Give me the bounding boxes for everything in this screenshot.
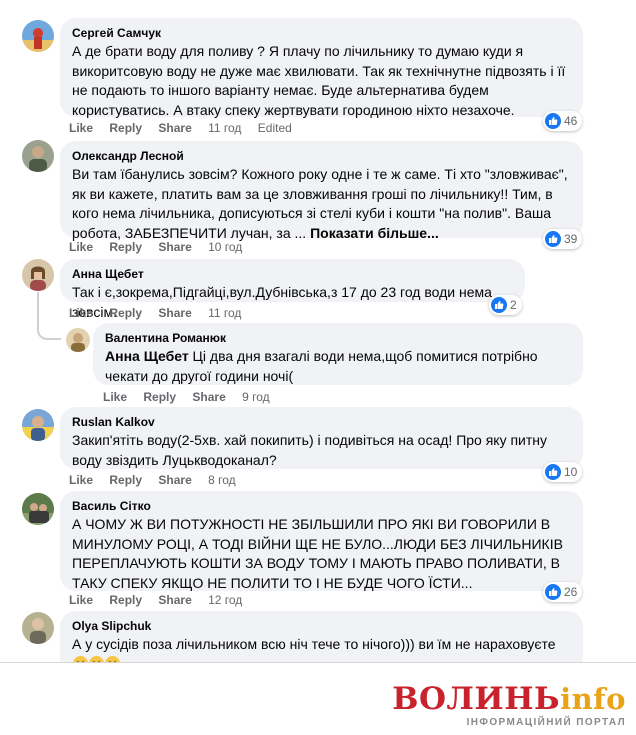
comment-timestamp[interactable]: 8 год	[208, 473, 236, 487]
reply-button[interactable]: Reply	[109, 240, 142, 254]
comment-bubble: Сергей Самчук А де брати воду для поливу…	[60, 18, 583, 118]
avatar[interactable]	[22, 493, 54, 525]
comment-bubble: Olya Slipchuk А у сусідів поза лічильник…	[60, 611, 583, 662]
comment-author[interactable]: Валентина Романюк	[105, 330, 571, 346]
like-button[interactable]: Like	[69, 121, 93, 135]
avatar[interactable]	[22, 612, 54, 644]
thumbs-up-icon	[545, 584, 561, 600]
comment-text: А де брати воду для поливу ? Я плачу по …	[72, 43, 566, 118]
like-count: 2	[510, 298, 517, 312]
share-button[interactable]: Share	[158, 306, 191, 320]
comment-author[interactable]: Василь Сітко	[72, 498, 571, 514]
logo-brand-gold: info	[560, 682, 626, 716]
comment-timestamp[interactable]: 9 год	[242, 390, 270, 404]
like-button[interactable]: Like	[103, 390, 127, 404]
reply-button[interactable]: Reply	[109, 473, 142, 487]
reaction-count[interactable]: 26	[543, 582, 583, 602]
share-button[interactable]: Share	[158, 593, 191, 607]
thumbs-up-icon	[545, 231, 561, 247]
see-more-link[interactable]: Показати більше...	[310, 225, 439, 241]
comment-text: А у сусідів поза лічильником всю ніч теч…	[72, 636, 556, 652]
reply-button[interactable]: Reply	[109, 593, 142, 607]
comment-author[interactable]: Анна Щебет	[72, 266, 513, 282]
reply-button[interactable]: Reply	[143, 390, 176, 404]
logo-brand-red: ВОЛИНЬ	[392, 681, 561, 717]
thumbs-up-icon	[545, 113, 561, 129]
avatar[interactable]	[22, 140, 54, 172]
like-button[interactable]: Like	[69, 306, 93, 320]
comment-text-wrap: А у сусідів поза лічильником всю ніч теч…	[72, 635, 571, 662]
thumbs-up-icon	[491, 297, 507, 313]
like-count: 46	[564, 114, 578, 128]
share-button[interactable]: Share	[158, 121, 191, 135]
edited-label: Edited	[257, 121, 292, 135]
thread-connector	[37, 318, 61, 340]
reaction-count[interactable]: 39	[543, 229, 583, 249]
comment-timestamp[interactable]: 11 год	[208, 306, 241, 320]
comment-bubble: Василь Сітко А ЧОМУ Ж ВИ ПОТУЖНОСТІ НЕ З…	[60, 491, 583, 591]
avatar[interactable]	[22, 259, 54, 291]
reply-button[interactable]: Reply	[109, 121, 142, 135]
comment-timestamp[interactable]: 10 год	[208, 240, 242, 254]
like-count: 39	[564, 232, 578, 246]
like-count: 26	[564, 585, 578, 599]
logo-tagline: ІНФОРМАЦІЙНИЙ ПОРТАЛ	[466, 717, 626, 728]
comment-timestamp[interactable]: 11 год	[208, 121, 241, 135]
comment-bubble: Ruslan Kalkov Закип'ятіть воду(2-5хв. ха…	[60, 407, 583, 469]
reaction-count[interactable]: 46	[543, 111, 583, 131]
share-button[interactable]: Share	[192, 390, 225, 404]
comment-bubble: Олександр Лесной Ви там їбанулись зовсім…	[60, 141, 583, 241]
comment-bubble: Анна Щебет Так і є,зокрема,Підгайці,вул.…	[60, 259, 525, 320]
mention-link[interactable]: Анна Щебет	[105, 348, 189, 364]
comment-text: А ЧОМУ Ж ВИ ПОТУЖНОСТІ НЕ ЗБІЛЬШИЛИ ПРО …	[72, 516, 563, 591]
reply-button[interactable]: Reply	[109, 306, 142, 320]
share-button[interactable]: Share	[158, 240, 191, 254]
comment-author[interactable]: Олександр Лесной	[72, 148, 571, 164]
like-button[interactable]: Like	[69, 473, 93, 487]
volyn-info-logo: ВОЛИНЬinfo ІНФОРМАЦІЙНИЙ ПОРТАЛ	[392, 683, 626, 728]
like-button[interactable]: Like	[69, 593, 93, 607]
comment-text-wrap: Анна Щебет Ці два дня взагалі води нема,…	[105, 347, 571, 386]
comment-text-wrap: Ви там їбанулись зовсім? Кожного року од…	[72, 165, 571, 243]
like-button[interactable]: Like	[69, 240, 93, 254]
avatar[interactable]	[22, 20, 54, 52]
comment-bubble: Валентина Романюк Анна Щебет Ці два дня …	[93, 323, 583, 385]
reaction-count[interactable]: 10	[543, 462, 583, 482]
screenshot-edge-divider	[0, 662, 636, 663]
logo-wordmark: ВОЛИНЬinfo	[392, 683, 626, 715]
comment-text: Закип'ятіть воду(2-5хв. хай покипить) і …	[72, 432, 548, 468]
avatar[interactable]	[66, 328, 90, 352]
comment-author[interactable]: Сергей Самчук	[72, 25, 571, 41]
avatar[interactable]	[22, 409, 54, 441]
comment-author[interactable]: Ruslan Kalkov	[72, 414, 571, 430]
reaction-count[interactable]: 2	[489, 295, 522, 315]
thumbs-up-icon	[545, 464, 561, 480]
comments-feed: Сергей Самчук А де брати воду для поливу…	[0, 0, 636, 662]
comment-timestamp[interactable]: 12 год	[208, 593, 242, 607]
comment-author[interactable]: Olya Slipchuk	[72, 618, 571, 634]
share-button[interactable]: Share	[158, 473, 191, 487]
like-count: 10	[564, 465, 578, 479]
